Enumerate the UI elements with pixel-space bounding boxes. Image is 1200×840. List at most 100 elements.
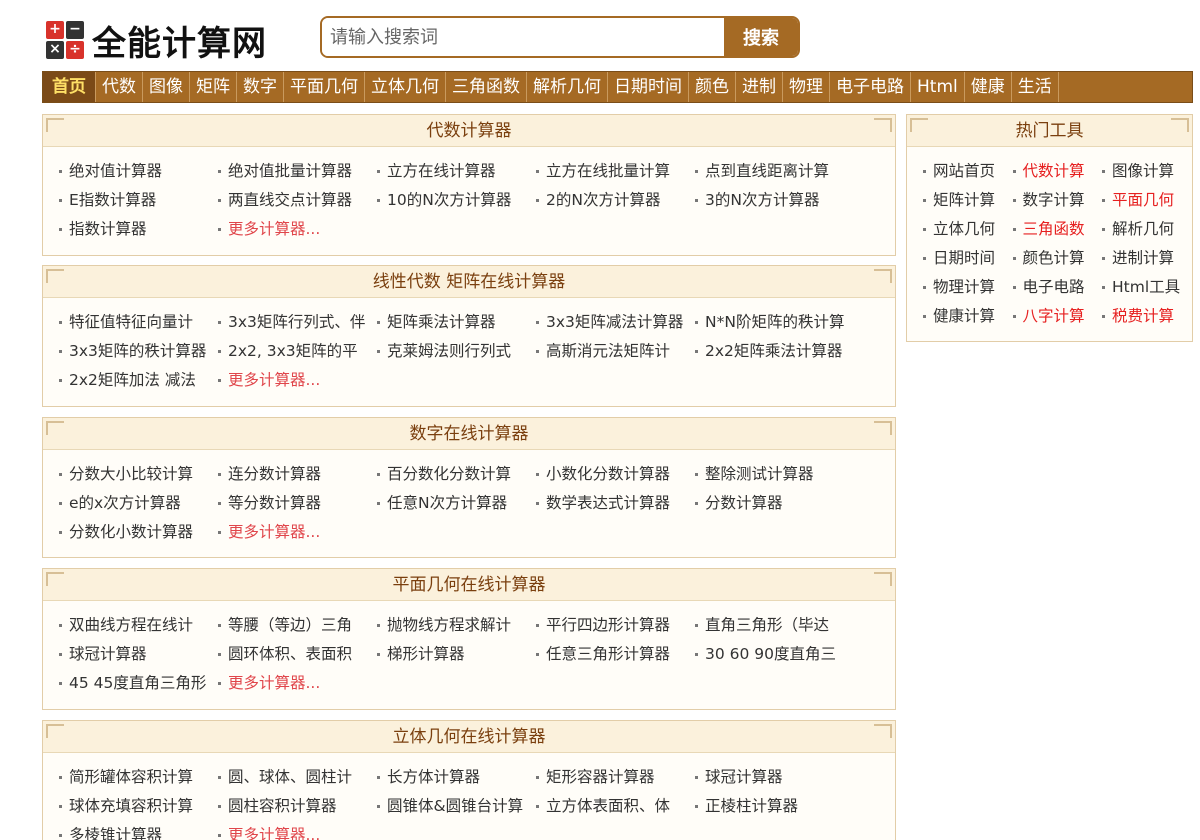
more-calculators-link[interactable]: 更多计算器... — [216, 821, 375, 840]
calc-link[interactable]: 3x3矩阵减法计算器 — [534, 308, 693, 337]
section-title[interactable]: 平面几何在线计算器 — [393, 575, 546, 595]
section-title[interactable]: 数字在线计算器 — [410, 424, 529, 444]
calc-link[interactable]: 任意三角形计算器 — [534, 640, 693, 669]
more-calculators-link[interactable]: 更多计算器... — [216, 669, 375, 698]
calc-link[interactable]: 30 60 90度直角三 — [693, 640, 852, 669]
hot-tool-link[interactable]: 平面几何 — [1100, 186, 1190, 215]
hot-tool-link[interactable]: 立体几何 — [921, 215, 1011, 244]
nav-item-8[interactable]: 解析几何 — [527, 72, 608, 102]
nav-item-12[interactable]: 物理 — [783, 72, 830, 102]
calc-link[interactable]: 矩形容器计算器 — [534, 763, 693, 792]
nav-item-1[interactable]: 代数 — [96, 72, 143, 102]
calc-link[interactable]: 圆环体积、表面积 — [216, 640, 375, 669]
calc-link[interactable]: 简形罐体容积计算 — [57, 763, 216, 792]
calc-link[interactable]: 球冠计算器 — [57, 640, 216, 669]
calc-link[interactable]: 点到直线距离计算 — [693, 157, 852, 186]
calc-link[interactable]: 立方在线计算器 — [375, 157, 534, 186]
hot-tool-link[interactable]: 图像计算 — [1100, 157, 1190, 186]
calc-link[interactable]: 直角三角形（毕达 — [693, 611, 852, 640]
calc-link[interactable]: 多棱锥计算器 — [57, 821, 216, 840]
search-input[interactable] — [322, 18, 724, 56]
calc-link[interactable]: 圆、球体、圆柱计 — [216, 763, 375, 792]
hot-tool-link[interactable]: 网站首页 — [921, 157, 1011, 186]
hot-tool-link[interactable]: Html工具 — [1100, 273, 1190, 302]
calc-link[interactable]: 3的N次方计算器 — [693, 186, 852, 215]
calc-link[interactable]: 特征值特征向量计 — [57, 308, 216, 337]
calc-link[interactable]: 2x2, 3x3矩阵的平 — [216, 337, 375, 366]
nav-item-14[interactable]: Html — [911, 72, 965, 102]
search-button[interactable]: 搜索 — [724, 18, 798, 56]
nav-item-5[interactable]: 平面几何 — [284, 72, 365, 102]
section-title[interactable]: 代数计算器 — [427, 121, 512, 141]
calc-link[interactable]: e的x次方计算器 — [57, 489, 216, 518]
more-calculators-link[interactable]: 更多计算器... — [216, 215, 375, 244]
calc-link[interactable]: 梯形计算器 — [375, 640, 534, 669]
calc-link[interactable]: 数学表达式计算器 — [534, 489, 693, 518]
hot-tool-link[interactable]: 八字计算 — [1011, 302, 1101, 331]
calc-link[interactable]: 45 45度直角三角形 — [57, 669, 216, 698]
section-title[interactable]: 立体几何在线计算器 — [393, 727, 546, 747]
nav-item-9[interactable]: 日期时间 — [608, 72, 689, 102]
calc-link[interactable]: 2x2矩阵加法 减法 — [57, 366, 216, 395]
nav-item-2[interactable]: 图像 — [143, 72, 190, 102]
calc-link[interactable]: 长方体计算器 — [375, 763, 534, 792]
nav-item-10[interactable]: 颜色 — [689, 72, 736, 102]
calc-link[interactable]: 克莱姆法则行列式 — [375, 337, 534, 366]
calc-link[interactable]: 指数计算器 — [57, 215, 216, 244]
calc-link[interactable]: 立方体表面积、体 — [534, 792, 693, 821]
hot-tool-link[interactable]: 矩阵计算 — [921, 186, 1011, 215]
hot-tool-link[interactable]: 进制计算 — [1100, 244, 1190, 273]
calc-link[interactable]: 连分数计算器 — [216, 460, 375, 489]
calc-link[interactable]: 分数大小比较计算 — [57, 460, 216, 489]
more-calculators-link[interactable]: 更多计算器... — [216, 366, 375, 395]
hot-tool-link[interactable]: 日期时间 — [921, 244, 1011, 273]
hot-tool-link[interactable]: 电子电路 — [1011, 273, 1101, 302]
hot-tool-link[interactable]: 税费计算 — [1100, 302, 1190, 331]
calc-link[interactable]: 圆锥体&圆锥台计算 — [375, 792, 534, 821]
hot-tool-link[interactable]: 代数计算 — [1011, 157, 1101, 186]
nav-item-11[interactable]: 进制 — [736, 72, 783, 102]
calc-link[interactable]: 双曲线方程在线计 — [57, 611, 216, 640]
calc-link[interactable]: 球冠计算器 — [693, 763, 852, 792]
nav-item-6[interactable]: 立体几何 — [365, 72, 446, 102]
nav-item-0[interactable]: 首页 — [43, 72, 96, 102]
nav-item-16[interactable]: 生活 — [1012, 72, 1059, 102]
nav-item-4[interactable]: 数字 — [237, 72, 284, 102]
calc-link[interactable]: E指数计算器 — [57, 186, 216, 215]
nav-item-7[interactable]: 三角函数 — [446, 72, 527, 102]
calc-link[interactable]: 圆柱容积计算器 — [216, 792, 375, 821]
calc-link[interactable]: 抛物线方程求解计 — [375, 611, 534, 640]
calc-link[interactable]: 两直线交点计算器 — [216, 186, 375, 215]
calc-link[interactable]: 百分数化分数计算 — [375, 460, 534, 489]
calc-link[interactable]: 等腰（等边）三角 — [216, 611, 375, 640]
hot-tool-link[interactable]: 三角函数 — [1011, 215, 1101, 244]
calc-link[interactable]: 绝对值批量计算器 — [216, 157, 375, 186]
hot-tool-link[interactable]: 数字计算 — [1011, 186, 1101, 215]
calc-link[interactable]: 高斯消元法矩阵计 — [534, 337, 693, 366]
calc-link[interactable]: N*N阶矩阵的秩计算 — [693, 308, 852, 337]
more-calculators-link[interactable]: 更多计算器... — [216, 518, 375, 547]
section-title[interactable]: 线性代数 矩阵在线计算器 — [373, 272, 565, 292]
calc-link[interactable]: 3x3矩阵的秩计算器 — [57, 337, 216, 366]
calc-link[interactable]: 分数化小数计算器 — [57, 518, 216, 547]
calc-link[interactable]: 正棱柱计算器 — [693, 792, 852, 821]
calc-link[interactable]: 10的N次方计算器 — [375, 186, 534, 215]
calc-link[interactable]: 整除测试计算器 — [693, 460, 852, 489]
calc-link[interactable]: 球体充填容积计算 — [57, 792, 216, 821]
calc-link[interactable]: 绝对值计算器 — [57, 157, 216, 186]
calc-link[interactable]: 矩阵乘法计算器 — [375, 308, 534, 337]
hot-tool-link[interactable]: 物理计算 — [921, 273, 1011, 302]
calc-link[interactable]: 2x2矩阵乘法计算器 — [693, 337, 852, 366]
calc-link[interactable]: 3x3矩阵行列式、伴 — [216, 308, 375, 337]
nav-item-3[interactable]: 矩阵 — [190, 72, 237, 102]
calc-link[interactable]: 平行四边形计算器 — [534, 611, 693, 640]
calc-link[interactable]: 立方在线批量计算 — [534, 157, 693, 186]
calc-link[interactable]: 分数计算器 — [693, 489, 852, 518]
hot-tool-link[interactable]: 健康计算 — [921, 302, 1011, 331]
calc-link[interactable]: 等分数计算器 — [216, 489, 375, 518]
nav-item-15[interactable]: 健康 — [965, 72, 1012, 102]
calc-link[interactable]: 任意N次方计算器 — [375, 489, 534, 518]
nav-item-13[interactable]: 电子电路 — [830, 72, 911, 102]
calc-link[interactable]: 小数化分数计算器 — [534, 460, 693, 489]
hot-tool-link[interactable]: 颜色计算 — [1011, 244, 1101, 273]
